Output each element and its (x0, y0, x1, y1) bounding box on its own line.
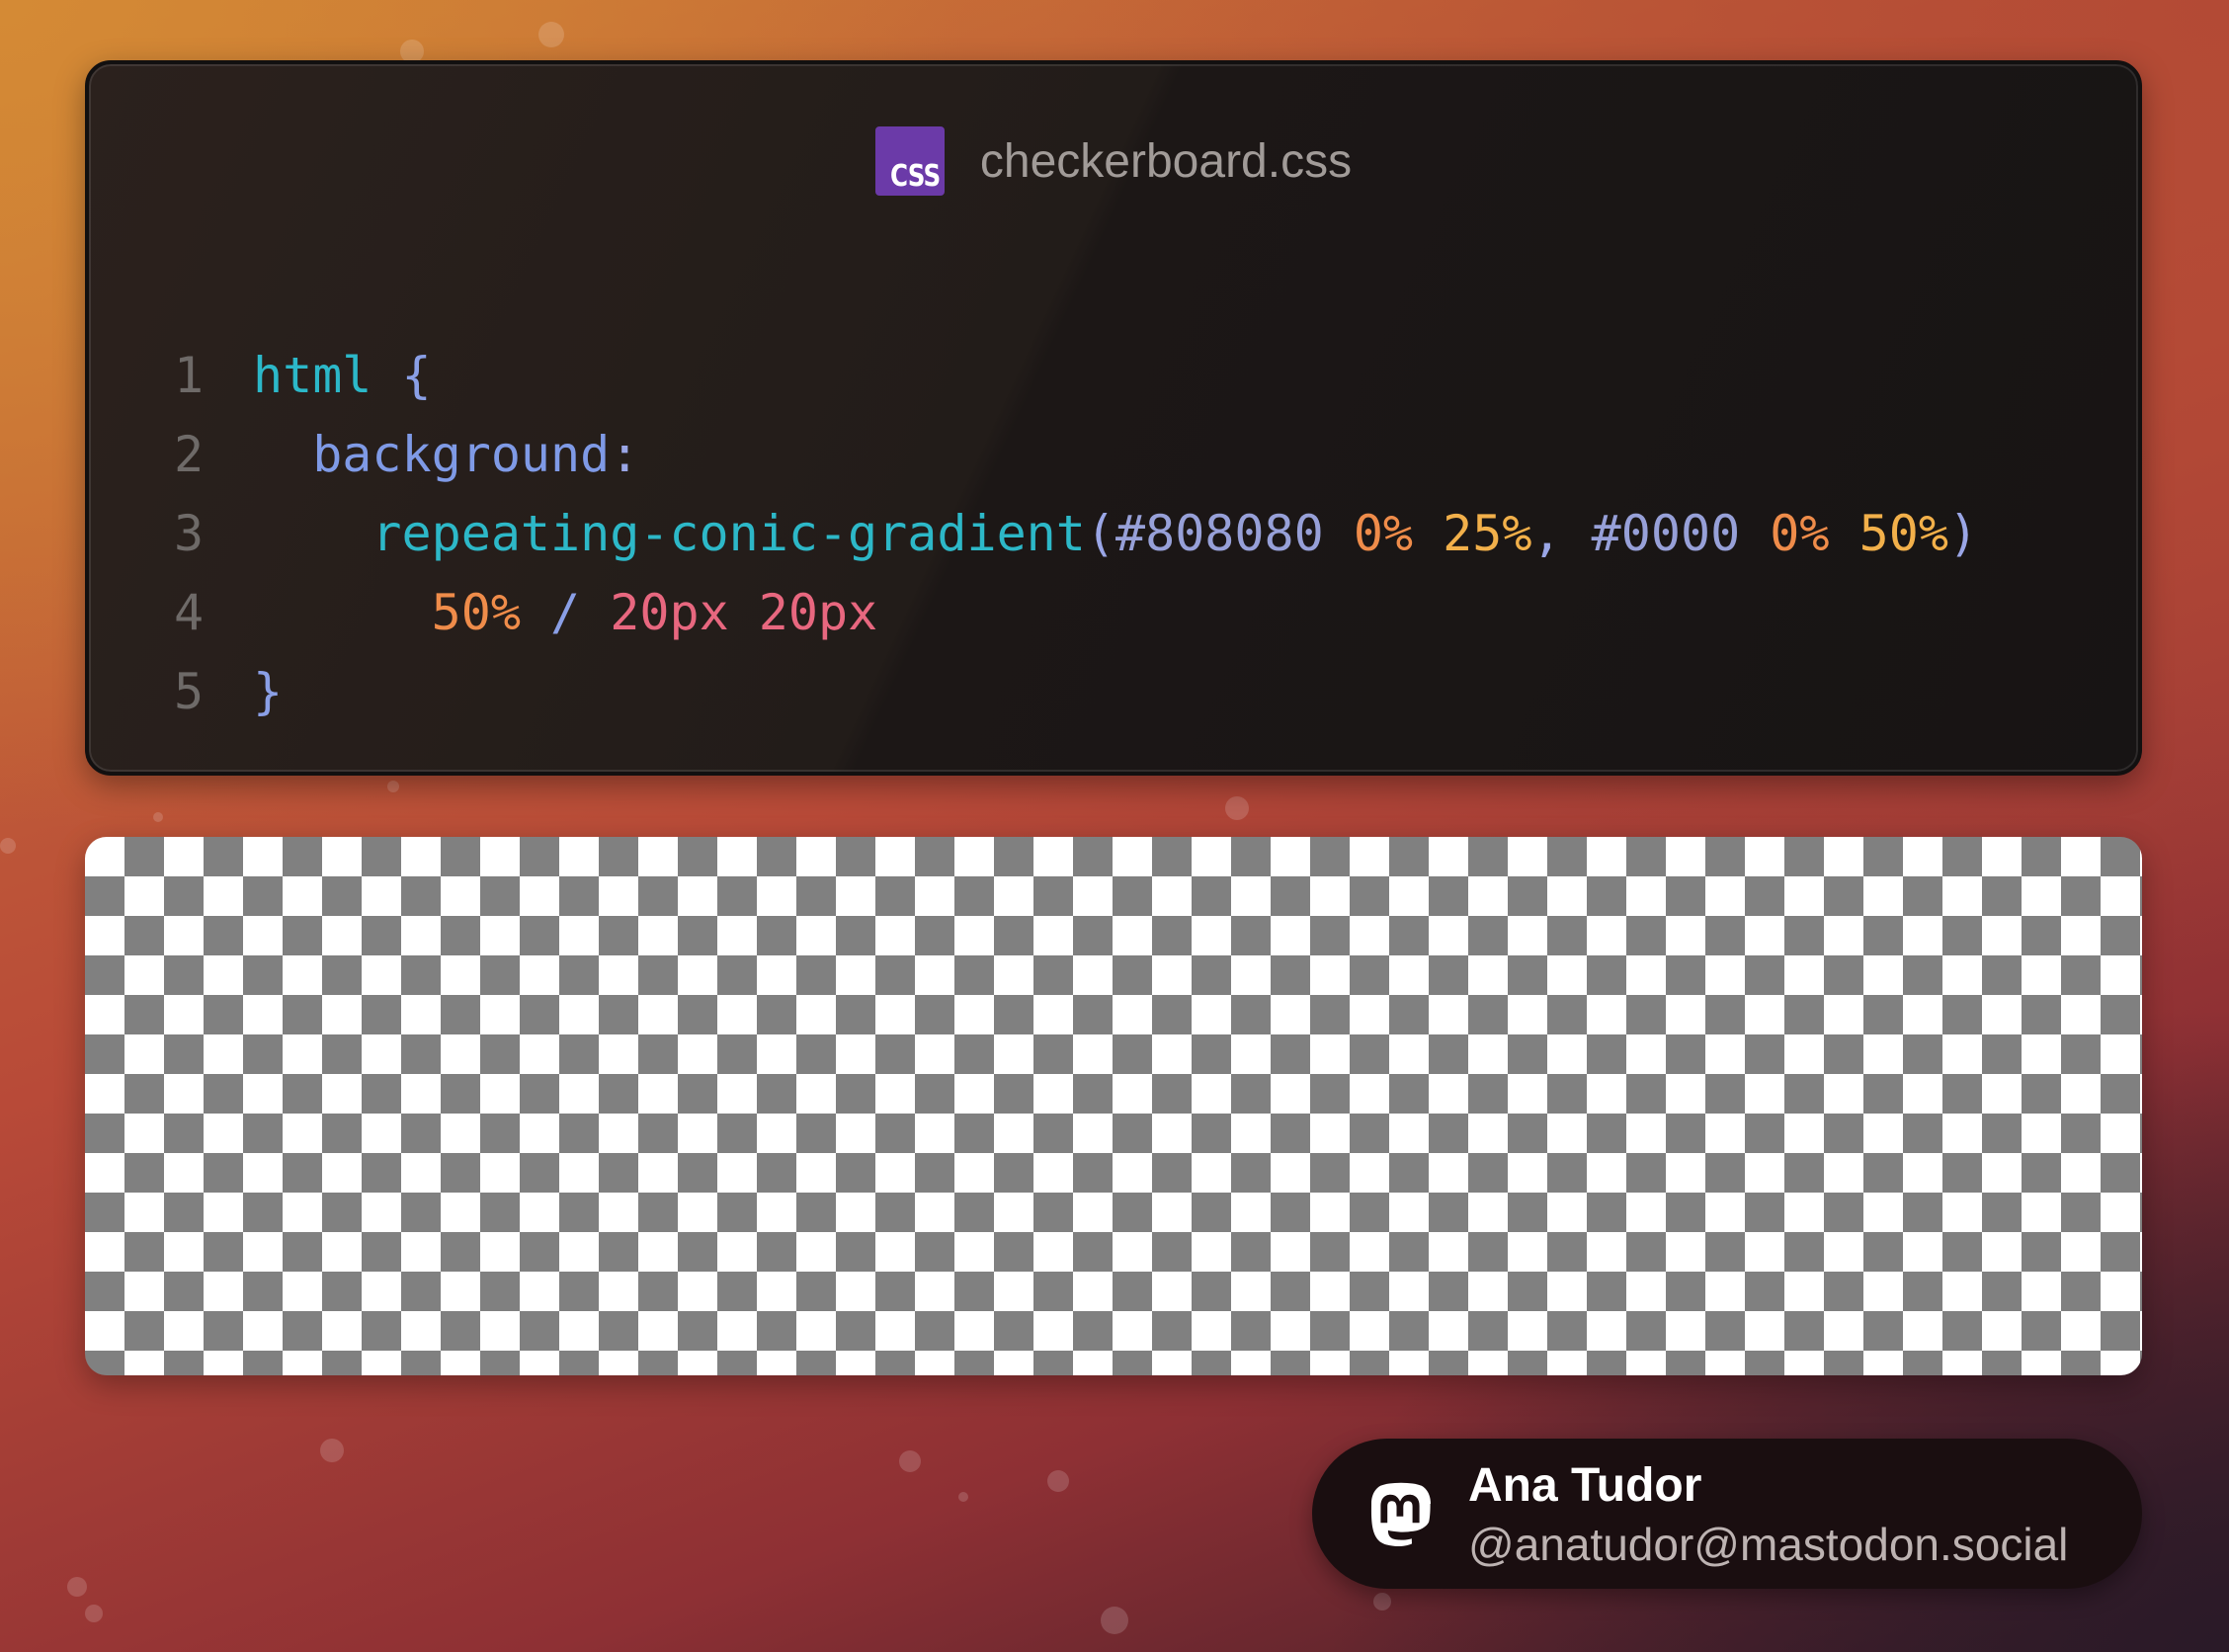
code-token: { (401, 347, 432, 404)
code-token: background (253, 426, 611, 483)
code-token: 0% (1353, 505, 1414, 562)
code-token: 50% (1858, 505, 1948, 562)
code-token: 50% (431, 584, 521, 641)
background-dot (1101, 1607, 1128, 1634)
author-handle[interactable]: @anatudor@mastodon.social (1468, 1518, 2068, 1571)
code-token: 20px (610, 584, 729, 641)
code-token: repeating-conic-gradient (253, 505, 1086, 562)
background-dot (85, 1605, 103, 1622)
code-token: #808080 (1114, 505, 1324, 562)
code-text: background: (253, 426, 639, 483)
background-dot (538, 22, 564, 47)
code-text: } (253, 663, 283, 720)
window-title-bar: CSS checkerboard.css (89, 125, 2138, 197)
line-number: 2 (174, 426, 205, 483)
author-badge[interactable]: Ana Tudor @anatudor@mastodon.social (1312, 1439, 2142, 1589)
background-dot (387, 781, 399, 792)
background-dot (958, 1492, 968, 1502)
code-token: : (610, 426, 640, 483)
code-token: , (1531, 505, 1562, 562)
css-file-icon: CSS (874, 126, 945, 196)
code-text: repeating-conic-gradient(#808080 0% 25%,… (253, 505, 1978, 562)
code-text: 50% / 20px 20px (253, 584, 878, 641)
code-token: } (253, 663, 284, 720)
code-token: #0000 (1591, 505, 1741, 562)
line-number: 1 (174, 347, 205, 404)
filename: checkerboard.css (979, 134, 1353, 188)
mastodon-icon (1370, 1482, 1431, 1547)
background-dot (1225, 796, 1249, 820)
background-dot (320, 1439, 344, 1462)
checkerboard-preview (85, 837, 2142, 1375)
line-number: 4 (174, 584, 205, 641)
code-token: 25% (1443, 505, 1532, 562)
code-token: 0% (1770, 505, 1830, 562)
background-dot (1047, 1470, 1069, 1492)
author-name: Ana Tudor (1468, 1459, 1702, 1512)
code-token: html (253, 347, 372, 404)
background-dot (153, 812, 163, 822)
code-window: CSS checkerboard.css 1 html {2 background… (85, 60, 2142, 776)
background-dot (899, 1450, 921, 1472)
code-token: ) (1947, 505, 1979, 562)
background-dot (1373, 1593, 1391, 1611)
code-text: html { (253, 347, 432, 404)
code-token: 20px (758, 584, 878, 641)
code-token: / (550, 584, 581, 641)
background-dot (67, 1577, 87, 1597)
line-number: 5 (174, 663, 205, 720)
line-number: 3 (174, 505, 205, 562)
css-file-icon-label: CSS (890, 159, 942, 194)
code-token: ( (1085, 505, 1115, 562)
background-dot (0, 838, 16, 854)
